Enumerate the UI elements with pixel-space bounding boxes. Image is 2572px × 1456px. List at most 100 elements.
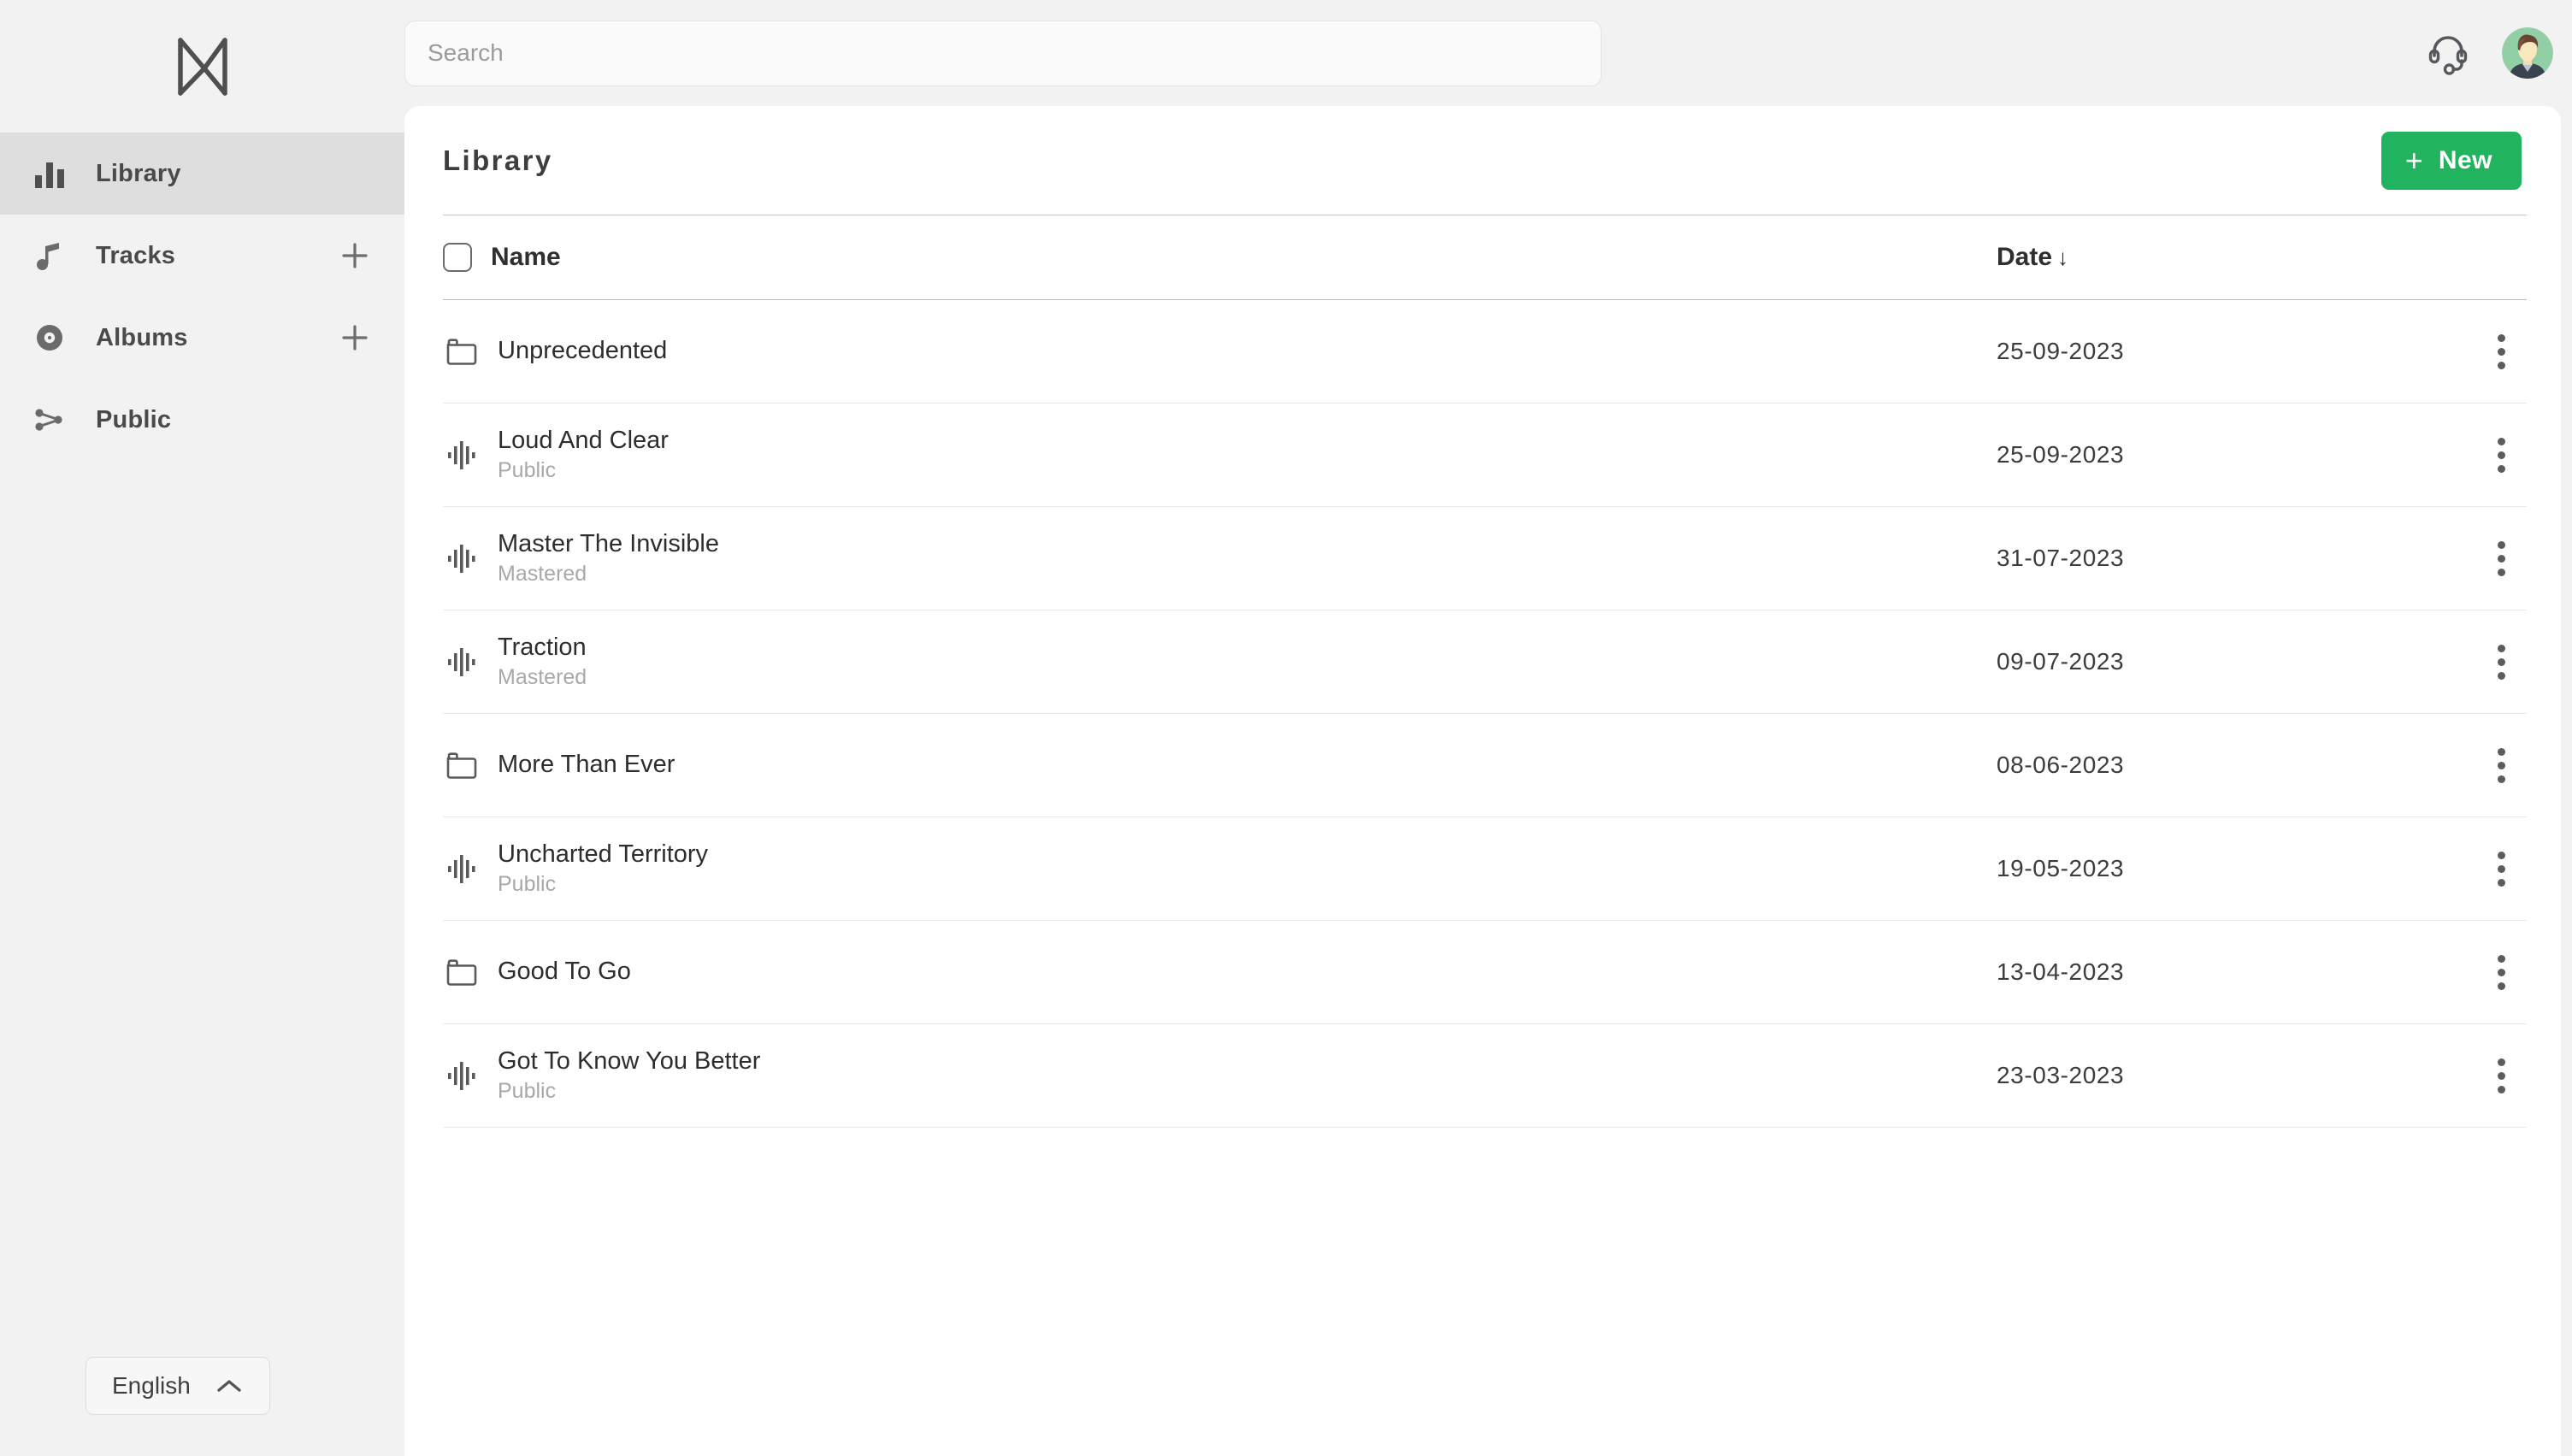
row-date: 13-04-2023: [1997, 958, 2125, 985]
dot: [2497, 1071, 2505, 1080]
dot: [2497, 747, 2505, 756]
table-row[interactable]: More Than Ever 08-06-2023: [404, 714, 2561, 816]
panel-header: Library + New: [404, 106, 2561, 215]
folder-icon: [443, 955, 481, 989]
dot: [2497, 761, 2505, 769]
search-input[interactable]: [428, 39, 1578, 67]
row-text-block: Loud And Clear Public: [498, 427, 669, 482]
row-name-cell: Loud And Clear Public: [443, 427, 1997, 482]
row-name-cell: More Than Ever: [443, 748, 1997, 782]
chevron-up-icon: [215, 1376, 244, 1395]
language-label: English: [112, 1372, 191, 1399]
sidebar-item-tracks[interactable]: Tracks: [0, 215, 404, 297]
sidebar-item-public[interactable]: Public: [0, 379, 404, 461]
row-status: Mastered: [498, 561, 587, 586]
row-name-cell: Uncharted Territory Public: [443, 840, 1997, 896]
row-menu-button[interactable]: [2475, 333, 2527, 369]
row-text-block: Got To Know You Better Public: [498, 1047, 760, 1103]
language-selector[interactable]: English: [86, 1357, 270, 1415]
row-date: 25-09-2023: [1997, 338, 2125, 364]
dot: [2497, 464, 2505, 473]
select-all-checkbox[interactable]: [443, 243, 472, 272]
row-separator: [443, 1127, 2527, 1128]
row-menu-button[interactable]: [2475, 1058, 2527, 1093]
waveform-icon: [443, 852, 481, 886]
waveform-icon: [443, 541, 481, 575]
search-box[interactable]: [404, 20, 1602, 86]
library-table: Name Date ↓ Unprecedented 25-09-2023 Lou…: [404, 215, 2561, 1128]
row-status: Public: [498, 1078, 557, 1103]
row-menu-button[interactable]: [2475, 747, 2527, 783]
app-logo[interactable]: [0, 0, 404, 133]
new-button[interactable]: + New: [2380, 132, 2522, 190]
row-name-cell: Master The Invisible Mastered: [443, 530, 1997, 586]
row-title: More Than Ever: [498, 751, 675, 779]
table-row[interactable]: Master The Invisible Mastered 31-07-2023: [404, 507, 2561, 610]
dot: [2497, 775, 2505, 783]
table-row[interactable]: Unprecedented 25-09-2023: [404, 300, 2561, 403]
row-date: 08-06-2023: [1997, 752, 2125, 778]
dot: [2497, 981, 2505, 990]
folder-icon: [443, 334, 481, 368]
page-title: Library: [443, 144, 553, 176]
table-row[interactable]: Uncharted Territory Public 19-05-2023: [404, 817, 2561, 920]
row-menu-button[interactable]: [2475, 540, 2527, 576]
row-menu-button[interactable]: [2475, 954, 2527, 990]
row-title: Master The Invisible: [498, 530, 719, 558]
dot: [2497, 968, 2505, 976]
sidebar-item-label: Tracks: [96, 241, 176, 269]
sidebar-item-label: Public: [96, 405, 172, 433]
row-name-cell: Traction Mastered: [443, 634, 1997, 689]
row-text-block: Unprecedented: [498, 337, 667, 365]
table-row[interactable]: Loud And Clear Public 25-09-2023: [404, 404, 2561, 506]
dot: [2497, 878, 2505, 887]
table-row[interactable]: Traction Mastered 09-07-2023: [404, 610, 2561, 713]
table-row[interactable]: Got To Know You Better Public 23-03-2023: [404, 1024, 2561, 1127]
row-status: Public: [498, 457, 557, 482]
column-date[interactable]: Date ↓: [1997, 243, 2475, 272]
dot: [2497, 954, 2505, 963]
row-menu-button[interactable]: [2475, 851, 2527, 887]
row-date: 19-05-2023: [1997, 855, 2125, 881]
row-name-cell: Got To Know You Better Public: [443, 1047, 1997, 1103]
dot: [2497, 657, 2505, 666]
row-status: Public: [498, 871, 557, 896]
language-selector-wrap: English: [86, 1357, 270, 1415]
dot: [2497, 451, 2505, 459]
avatar[interactable]: [2502, 27, 2553, 79]
sidebar-item-library[interactable]: Library: [0, 133, 404, 215]
row-menu-button[interactable]: [2475, 644, 2527, 680]
row-text-block: Master The Invisible Mastered: [498, 530, 719, 586]
add-album-button[interactable]: [336, 319, 374, 357]
table-row[interactable]: Good To Go 13-04-2023: [404, 921, 2561, 1023]
sidebar-item-albums[interactable]: Albums: [0, 297, 404, 379]
row-date: 31-07-2023: [1997, 545, 2125, 571]
headset-icon[interactable]: [2425, 30, 2471, 76]
topbar-actions: [2425, 0, 2553, 106]
folder-icon: [443, 748, 481, 782]
sidebar-item-label: Library: [96, 159, 181, 187]
dot: [2497, 347, 2505, 356]
row-text-block: Traction Mastered: [498, 634, 587, 689]
mixea-m-logo-icon: [177, 37, 227, 96]
table-body: Unprecedented 25-09-2023 Loud And Clear …: [404, 300, 2561, 1128]
dot: [2497, 864, 2505, 873]
waveform-icon: [443, 645, 481, 679]
sidebar-nav: Library Tracks Albums Public: [0, 133, 404, 461]
row-menu-button[interactable]: [2475, 437, 2527, 473]
sidebar-item-label: Albums: [96, 323, 188, 351]
column-name-label: Name: [491, 243, 561, 271]
dot: [2497, 644, 2505, 652]
dot: [2497, 437, 2505, 445]
row-date: 09-07-2023: [1997, 648, 2125, 675]
row-name-cell: Good To Go: [443, 955, 1997, 989]
column-name: Name: [443, 243, 1997, 272]
waveform-icon: [443, 1058, 481, 1093]
add-track-button[interactable]: [336, 237, 374, 274]
table-header-row: Name Date ↓: [404, 215, 2561, 299]
music-note-icon: [32, 239, 79, 273]
bar-chart-icon: [32, 156, 79, 191]
dot: [2497, 1085, 2505, 1093]
sidebar: Library Tracks Albums Public English: [0, 0, 404, 1456]
row-text-block: Uncharted Territory Public: [498, 840, 708, 896]
